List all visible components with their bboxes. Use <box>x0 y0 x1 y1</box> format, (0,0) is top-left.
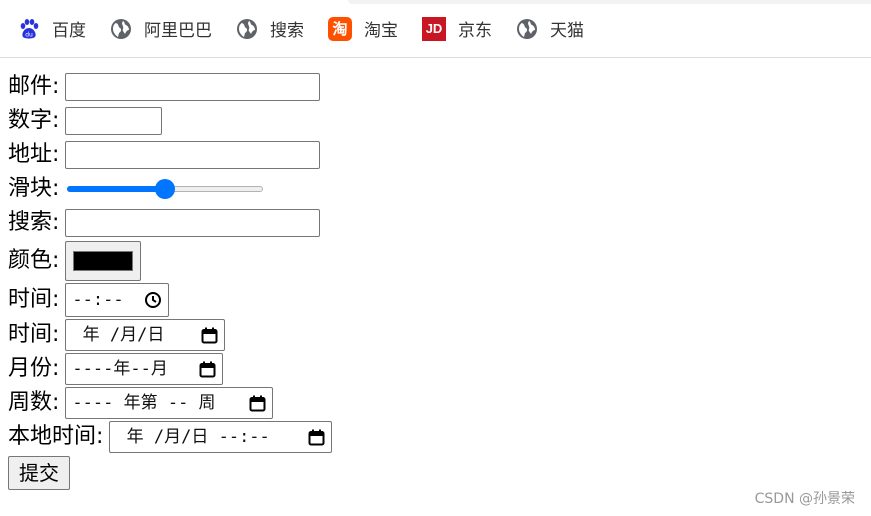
input-types-form: 邮件: 数字: 地址: 滑块: 搜索: 颜色: 时间: --:-- 时间: 年 … <box>8 70 333 490</box>
bookmark-search[interactable]: 搜索 <box>236 13 304 45</box>
bookmarks-bar: du 百度 阿里巴巴 搜索 淘 淘宝 JD 京东 天猫 <box>0 0 871 58</box>
date-row: 时间: 年 /月/日 <box>8 318 332 352</box>
url-field[interactable] <box>65 141 321 169</box>
url-label: 地址: <box>8 142 60 167</box>
week-field[interactable]: ---- 年第 -- 周 <box>65 387 274 419</box>
submit-button[interactable]: 提交 <box>8 456 70 490</box>
week-label: 周数: <box>8 390 60 415</box>
calendar-icon[interactable] <box>308 429 325 446</box>
range-label: 滑块: <box>8 176 60 201</box>
watermark: CSDN @孙景荣 <box>754 491 855 507</box>
bookmark-label: 阿里巴巴 <box>144 21 212 41</box>
bookmark-label: 百度 <box>52 21 86 41</box>
number-label: 数字: <box>8 108 60 133</box>
jd-icon-text: JD <box>425 21 443 36</box>
datetime-label: 本地时间: <box>8 424 104 449</box>
bookmark-label: 天猫 <box>550 21 584 41</box>
search-input[interactable] <box>65 209 321 237</box>
baidu-paw-icon: du <box>18 18 40 40</box>
month-row: 月份: ----年--月 <box>8 352 332 386</box>
date-field[interactable]: 年 /月/日 <box>65 319 226 351</box>
color-picker[interactable] <box>65 241 142 281</box>
time-row: 时间: --:-- <box>8 282 332 318</box>
color-swatch <box>73 251 134 271</box>
slider-thumb[interactable] <box>155 179 176 199</box>
taobao-icon-text: 淘 <box>332 20 348 38</box>
email-label: 邮件: <box>8 74 60 99</box>
email-field[interactable] <box>65 73 321 101</box>
globe-icon <box>516 18 538 40</box>
color-label: 颜色: <box>8 248 60 273</box>
week-row: 周数: ---- 年第 -- 周 <box>8 386 332 420</box>
time-field[interactable]: --:-- <box>65 283 170 317</box>
calendar-icon[interactable] <box>201 327 218 344</box>
color-row: 颜色: <box>8 240 332 282</box>
bookmark-label: 京东 <box>458 21 492 41</box>
bookmark-taobao[interactable]: 淘 淘宝 <box>328 13 398 45</box>
globe-icon <box>110 18 132 40</box>
time-label: 时间: <box>8 287 60 312</box>
month-field[interactable]: ----年--月 <box>65 353 224 385</box>
search-label: 搜索: <box>8 210 60 235</box>
number-field[interactable] <box>65 107 163 135</box>
week-placeholder: ---- 年第 -- 周 <box>72 393 216 413</box>
date-placeholder: 年 /月/日 <box>72 325 165 345</box>
jd-icon: JD <box>422 16 446 41</box>
bookmark-label: 淘宝 <box>364 21 398 41</box>
range-row: 滑块: <box>8 172 332 206</box>
email-row: 邮件: <box>8 70 332 104</box>
range-slider[interactable] <box>67 179 264 199</box>
calendar-icon[interactable] <box>199 361 216 378</box>
datetime-placeholder: 年 /月/日 --:-- <box>116 427 270 447</box>
datetime-row: 本地时间: 年 /月/日 --:-- <box>8 420 333 454</box>
bookmark-baidu[interactable]: du 百度 <box>18 13 86 45</box>
taobao-icon: 淘 <box>328 16 352 41</box>
svg-text:du: du <box>25 31 33 38</box>
bookmark-alibaba[interactable]: 阿里巴巴 <box>110 13 212 45</box>
month-label: 月份: <box>8 356 60 381</box>
url-row: 地址: <box>8 138 332 172</box>
date-label: 时间: <box>8 322 60 347</box>
month-placeholder: ----年--月 <box>72 359 168 379</box>
calendar-icon[interactable] <box>249 395 266 412</box>
globe-icon <box>236 18 258 40</box>
bookmark-label: 搜索 <box>270 21 304 41</box>
time-placeholder: --:-- <box>72 290 124 310</box>
bookmark-tmall[interactable]: 天猫 <box>516 13 584 45</box>
slider-fill <box>67 186 166 192</box>
search-row: 搜索: <box>8 206 332 240</box>
bookmark-jd[interactable]: JD 京东 <box>422 13 492 45</box>
number-row: 数字: <box>8 104 332 138</box>
datetime-local-field[interactable]: 年 /月/日 --:-- <box>109 421 333 453</box>
clock-icon[interactable] <box>144 291 162 309</box>
